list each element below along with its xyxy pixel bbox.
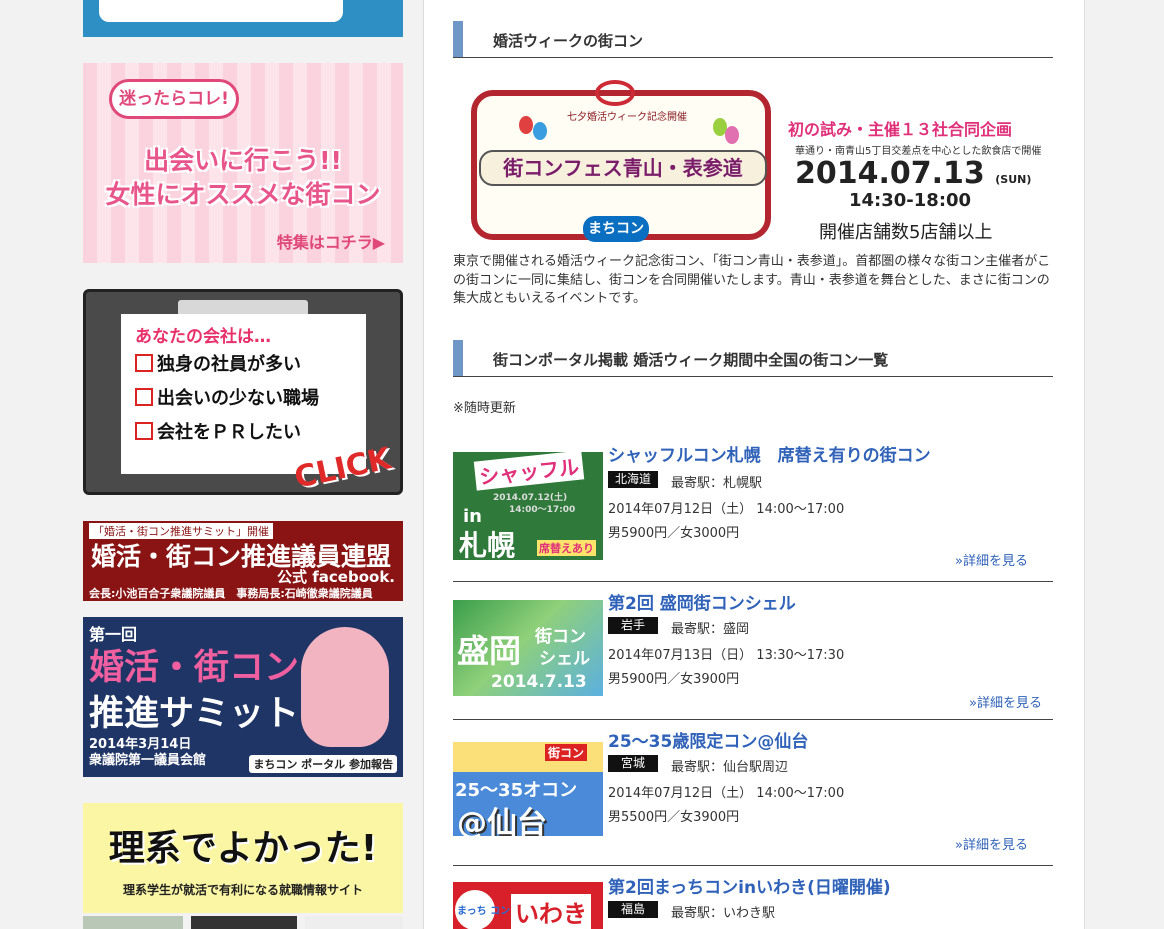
event-item: 盛岡 街コン シェル 2014.7.13 第2回 盛岡街コンシェル 岩手 最寄駅…: [453, 588, 1053, 720]
nearest-station: 最寄駅：盛岡: [671, 622, 750, 637]
event-datetime: 2014年07月12日（土） 14:00～17:00: [608, 502, 845, 517]
event-datetime: 2014年07月12日（土） 14:00～17:00: [608, 786, 845, 801]
hero-frame-top: 七夕婚活ウィーク記念開催: [567, 112, 687, 123]
event-thumbnail[interactable]: まっち コン いわき: [453, 882, 603, 929]
event-title-link[interactable]: 第2回まっちコンinいわき(日曜開催): [608, 873, 891, 898]
hero-headline: 初の試み・主催１３社合同企画: [788, 120, 1013, 139]
hero-date: 2014.07.13 (SUN): [795, 156, 1032, 191]
checkbox-icon: [135, 354, 153, 372]
event-title-link[interactable]: 25～35歳限定コン@仙台: [608, 727, 808, 752]
update-note: ※随時更新: [453, 401, 516, 416]
banner-title: 理系でよかった!: [108, 828, 378, 869]
section-title: 婚活ウィークの街コン: [493, 32, 644, 50]
banner-bubble: 迷ったらコレ!: [109, 79, 239, 119]
event-description: 東京で開催される婚活ウィーク記念街コン、「街コン青山・表参道」。首都圏の様々な街…: [453, 254, 1051, 306]
mascot-image: [301, 627, 389, 747]
balloon-icon: [725, 126, 739, 144]
banner-federation-facebook[interactable]: 「婚活・街コン推進サミット」開催 婚活・街コン推進議員連盟 公式 faceboo…: [83, 521, 403, 601]
event-title-link[interactable]: 第2回 盛岡街コンシェル: [608, 589, 796, 614]
event-thumbnail[interactable]: 盛岡 街コン シェル 2014.7.13: [453, 600, 603, 696]
check-item: 独身の社員が多い: [135, 350, 301, 376]
hero-stores: 開催店舗数5店舗以上: [819, 222, 993, 243]
event-item: 街コン 25～35オコン @仙台 25～35歳限定コン@仙台 宮城 最寄駅：仙台…: [453, 726, 1053, 866]
banner-rikei[interactable]: 理系でよかった! 理系学生が就活で有利になる就職情報サイト: [83, 803, 403, 913]
banner-company-click[interactable]: あなたの会社は… 独身の社員が多い 出会いの少ない職場 会社をＰＲしたい CLI…: [83, 289, 403, 495]
clipboard-paper: あなたの会社は… 独身の社員が多い 出会いの少ない職場 会社をＰＲしたい: [121, 314, 366, 474]
section-bar: [453, 21, 463, 57]
balloon-icon: [519, 116, 533, 134]
banner-question: あなたの会社は…: [135, 327, 271, 347]
event-item: まっち コン いわき 第2回まっちコンinいわき(日曜開催) 福島 最寄駅：いわ…: [453, 872, 1053, 929]
banner-top-blue[interactable]: [83, 0, 403, 37]
prefecture-tag: 岩手: [608, 617, 658, 634]
checkbox-icon: [135, 388, 153, 406]
event-title-link[interactable]: シャッフルコン札幌 席替え有りの街コン: [608, 441, 931, 466]
check-item: 出会いの少ない職場: [135, 384, 319, 410]
event-datetime: 2014年07月13日（日） 13:30～17:30: [608, 648, 845, 663]
banner-line2: 女性にオススメな街コン: [105, 180, 381, 209]
banner-line1: 出会いに行こう!!: [144, 146, 342, 175]
prefecture-tag: 宮城: [608, 755, 658, 772]
event-item: シャッフル 2014.07.12(土) 14:00～17:00 in 札幌 席替…: [453, 441, 1053, 582]
banner-line3: 推進サミット: [89, 694, 300, 734]
details-link[interactable]: »詳細を見る: [955, 550, 1028, 569]
banner-brand: まちコン ポータル 参加報告: [249, 755, 397, 773]
ribbon-icon: [595, 80, 635, 106]
details-link[interactable]: »詳細を見る: [969, 692, 1042, 711]
event-thumbnail[interactable]: 街コン 25～35オコン @仙台: [453, 742, 603, 836]
banner-sub: 理系学生が就活で有利になる就職情報サイト: [122, 883, 363, 897]
event-price: 男5900円／女3000円: [608, 526, 740, 541]
banner-summit[interactable]: 第一回 婚活・街コン 推進サミット 2014年3月14日 衆議院第一議員会館 まち…: [83, 617, 403, 777]
event-price: 男5500円／女3900円: [608, 810, 740, 825]
section-header-week: 婚活ウィークの街コン: [453, 21, 1053, 58]
balloon-icon: [533, 122, 547, 140]
details-link[interactable]: »詳細を見る: [955, 834, 1028, 853]
nearest-station: 最寄駅：札幌駅: [671, 476, 763, 491]
checkbox-icon: [135, 422, 153, 440]
nearest-station: 最寄駅：仙台駅周辺: [671, 760, 789, 775]
hero-banner[interactable]: 七夕婚活ウィーク記念開催 街コンフェス青山・表参道 まちコン 初の試み・主催１３…: [453, 76, 1053, 248]
banner-women-recommended[interactable]: 迷ったらコレ! 出会いに行こう!! 女性にオススメな街コン 特集はコチラ▶: [83, 63, 403, 263]
machicon-logo: まちコン: [583, 216, 649, 242]
check-item: 会社をＰＲしたい: [135, 418, 301, 444]
banner-members: 会長:小池百合子衆議院議員 事務局長:石崎徹衆議院議員: [89, 587, 373, 600]
section-bar: [453, 340, 463, 376]
nearest-station: 最寄駅：いわき駅: [671, 906, 776, 921]
hero-area: 華通り・南青山5丁目交差点を中心とした飲食店で開催: [795, 146, 1042, 157]
banner-more: 特集はコチラ▶: [276, 233, 385, 252]
prefecture-tag: 北海道: [608, 471, 658, 488]
banner-date-venue: 2014年3月14日 衆議院第一議員会館: [89, 737, 207, 768]
banner-line2: 婚活・街コン: [89, 648, 300, 688]
hero-time: 14:30-18:00: [849, 190, 972, 211]
section-title: 街コンポータル掲載 婚活ウィーク期間中全国の街コン一覧: [493, 351, 889, 369]
banner-sub: 公式 facebook.: [277, 568, 395, 586]
event-price: 男5900円／女3900円: [608, 672, 740, 687]
banner-thumbs: [83, 916, 403, 929]
prefecture-tag: 福島: [608, 901, 658, 918]
hero-fest-name: 街コンフェス青山・表参道: [479, 150, 767, 186]
event-thumbnail[interactable]: シャッフル 2014.07.12(土) 14:00～17:00 in 札幌 席替…: [453, 452, 603, 560]
section-header-list: 街コンポータル掲載 婚活ウィーク期間中全国の街コン一覧: [453, 340, 1053, 377]
